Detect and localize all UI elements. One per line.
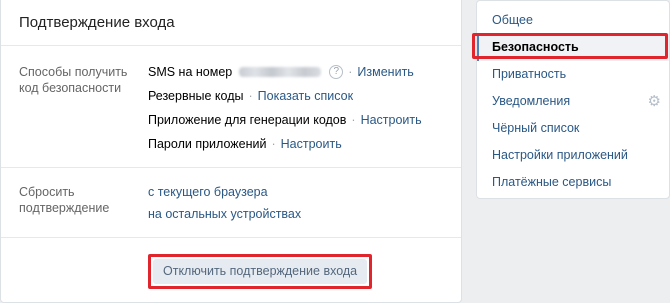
sidebar-item-label: Уведомления (492, 94, 571, 108)
app-passwords-row: Пароли приложений · Настроить (148, 136, 422, 160)
disable-section: Отключить подтверждение входа (1, 238, 461, 302)
login-confirmation-panel: Подтверждение входа Способы получить код… (0, 0, 462, 303)
code-generator-row: Приложение для генерации кодов · Настрои… (148, 112, 422, 136)
sidebar-item-label: Безопасность (492, 40, 579, 54)
methods-label: Способы получить код безопасности (19, 65, 128, 95)
configure-generator-link[interactable]: Настроить (361, 112, 422, 128)
app-passwords-label: Пароли приложений (148, 137, 267, 151)
show-list-link[interactable]: Показать список (258, 88, 353, 104)
sidebar-item-notifications[interactable]: Уведомления ⚙ (477, 88, 669, 115)
backup-codes-label: Резервные коды (148, 89, 244, 103)
reset-label: Сбросить подтверждение (19, 185, 110, 215)
sidebar-item-security[interactable]: Безопасность (477, 34, 669, 61)
separator-dot: · (271, 137, 276, 151)
settings-sidebar: Общее Безопасность Приватность Уведомлен… (476, 0, 670, 199)
sidebar-item-app-settings[interactable]: Настройки приложений (477, 142, 669, 169)
separator-dot: · (351, 113, 356, 127)
sms-label: SMS на номер (148, 65, 233, 79)
reset-confirmation-section: Сбросить подтверждение с текущего браузе… (1, 168, 461, 238)
page-title: Подтверждение входа (1, 0, 461, 46)
sms-row: SMS на номер ? · Изменить (148, 64, 422, 88)
backup-codes-row: Резервные коды · Показать список (148, 88, 422, 112)
sidebar-item-blacklist[interactable]: Чёрный список (477, 115, 669, 142)
sidebar-item-privacy[interactable]: Приватность (477, 61, 669, 88)
configure-app-passwords-link[interactable]: Настроить (281, 136, 342, 152)
change-phone-link[interactable]: Изменить (357, 64, 413, 80)
disable-highlight-frame: Отключить подтверждение входа (148, 254, 373, 289)
sidebar-item-label: Настройки приложений (492, 148, 628, 162)
sidebar-item-label: Приватность (492, 67, 567, 81)
code-generator-label: Приложение для генерации кодов (148, 113, 347, 127)
separator-dot: · (348, 65, 353, 79)
sidebar-item-general[interactable]: Общее (477, 7, 669, 34)
gear-icon[interactable]: ⚙ (648, 88, 661, 115)
reset-other-devices-link[interactable]: на остальных устройствах (148, 206, 301, 222)
security-code-methods-section: Способы получить код безопасности SMS на… (1, 46, 461, 168)
sidebar-item-label: Чёрный список (492, 121, 580, 135)
sidebar-item-label: Платёжные сервисы (492, 175, 612, 189)
blurred-phone-number (239, 67, 322, 77)
disable-confirmation-button[interactable]: Отключить подтверждение входа (153, 259, 368, 284)
sidebar-item-label: Общее (492, 13, 533, 27)
sidebar-item-payment-services[interactable]: Платёжные сервисы (477, 169, 669, 196)
help-icon[interactable]: ? (329, 65, 344, 79)
reset-current-browser-link[interactable]: с текущего браузера (148, 184, 268, 200)
separator-dot: · (248, 89, 253, 103)
